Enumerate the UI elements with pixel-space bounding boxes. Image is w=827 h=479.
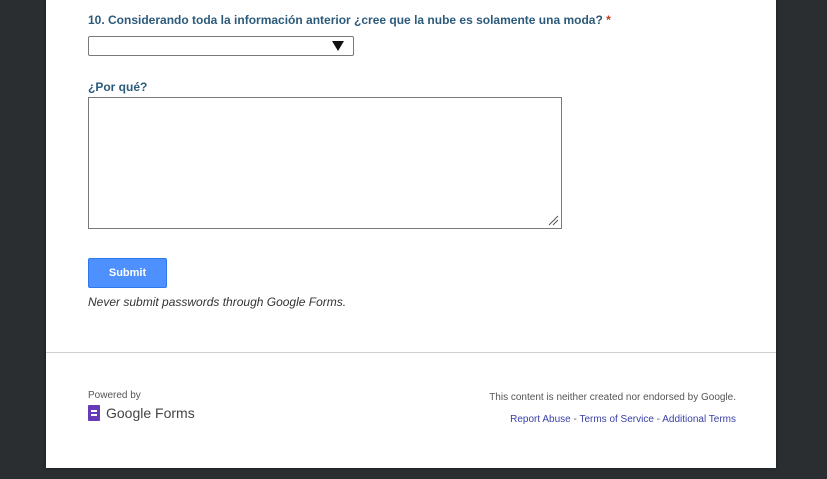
- google-forms-brand: Google Forms: [106, 405, 195, 421]
- submit-button[interactable]: Submit: [88, 258, 167, 288]
- google-forms-icon: [88, 405, 100, 421]
- why-label: ¿Por qué?: [88, 80, 148, 94]
- question-text: 10. Considerando toda la información ant…: [88, 13, 603, 27]
- form-page: 10. Considerando toda la información ant…: [46, 0, 776, 468]
- footer-links: Report Abuse - Terms of Service - Additi…: [510, 414, 736, 425]
- disclaimer-text: This content is neither created nor endo…: [489, 392, 736, 403]
- question-title: 10. Considerando toda la información ant…: [88, 13, 611, 27]
- report-abuse-link[interactable]: Report Abuse: [510, 414, 571, 425]
- link-separator: -: [653, 414, 663, 425]
- google-forms-logo[interactable]: Google Forms: [88, 405, 195, 421]
- terms-of-service-link[interactable]: Terms of Service: [579, 414, 653, 425]
- dropdown-arrow-icon: [332, 41, 344, 51]
- additional-terms-link[interactable]: Additional Terms: [662, 414, 736, 425]
- footer-divider: [46, 352, 776, 353]
- why-textarea[interactable]: [88, 97, 562, 229]
- resize-grip-icon[interactable]: [547, 214, 559, 226]
- powered-by-label: Powered by: [88, 390, 141, 401]
- password-warning: Never submit passwords through Google Fo…: [88, 295, 347, 309]
- answer-dropdown[interactable]: [88, 36, 354, 56]
- required-marker: *: [606, 13, 611, 27]
